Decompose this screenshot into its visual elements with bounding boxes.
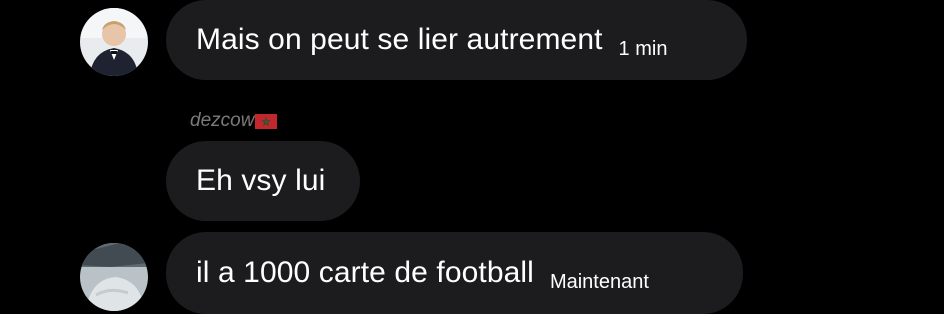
message-text: Mais on peut se lier autrement [196, 23, 603, 56]
message-text: Eh vsy lui [196, 164, 326, 197]
sender-name[interactable]: dezcow [190, 110, 278, 132]
message-timestamp: 1 min [618, 37, 668, 60]
morocco-flag-icon [255, 113, 278, 129]
avatar-photo[interactable] [80, 243, 148, 311]
avatar-child-in-suit[interactable] [80, 8, 148, 76]
message-bubble[interactable]: Eh vsy lui [166, 141, 360, 221]
message-bubble[interactable]: il a 1000 carte de football Maintenant [166, 232, 743, 314]
message-text: il a 1000 carte de football [196, 256, 534, 289]
message-bubble[interactable]: Mais on peut se lier autrement 1 min [166, 0, 747, 80]
message-timestamp: Maintenant [549, 270, 649, 293]
sender-username: dezcow [190, 110, 255, 131]
